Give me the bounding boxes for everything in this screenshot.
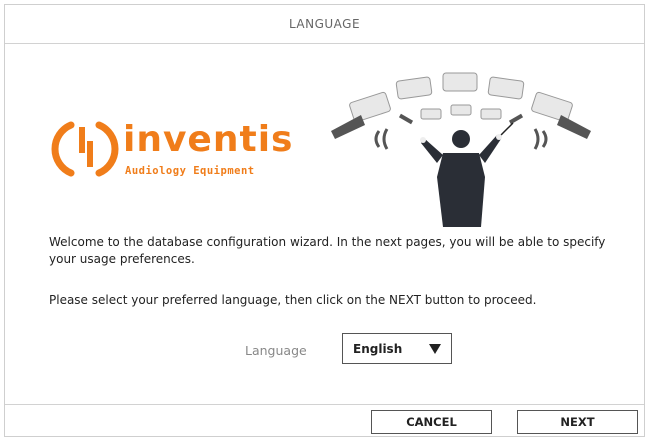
logo-tagline: Audiology Equipment: [125, 165, 255, 177]
language-select[interactable]: English: [342, 333, 452, 364]
inventis-logo: inventis Audiology Equipment: [49, 117, 292, 181]
language-selected-value: English: [353, 341, 403, 356]
inventis-logo-mark: [51, 121, 119, 177]
conductor-illustration: [321, 67, 601, 227]
welcome-text: Welcome to the database configuration wi…: [49, 235, 606, 266]
dropdown-arrow-icon: [429, 344, 441, 354]
language-label: Language: [245, 343, 307, 358]
next-button[interactable]: NEXT: [517, 410, 638, 434]
footer-divider: [5, 404, 644, 405]
language-dialog: LANGUAGE inventis Audiology Equipment We…: [4, 4, 645, 437]
logo-wordmark: inventis: [123, 119, 294, 160]
cancel-button[interactable]: CANCEL: [371, 410, 492, 434]
instruction-text: Please select your preferred language, t…: [49, 293, 537, 307]
dialog-title: LANGUAGE: [5, 5, 644, 44]
